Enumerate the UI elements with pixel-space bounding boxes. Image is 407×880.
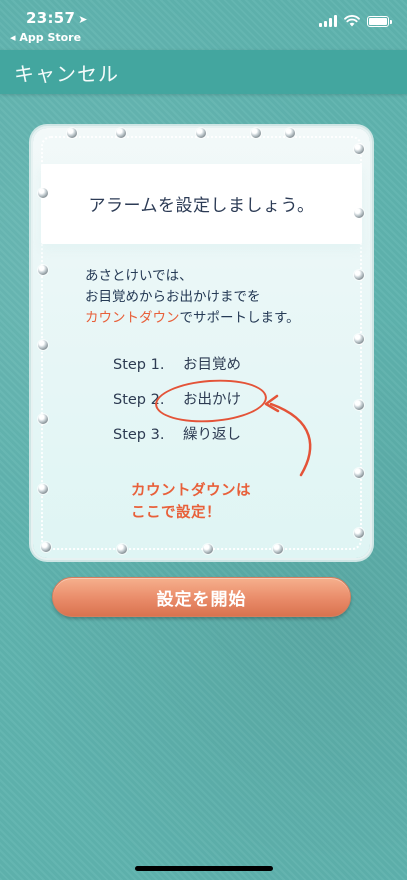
gem-decoration (354, 468, 364, 478)
gem-decoration (67, 128, 77, 138)
gem-decoration (38, 340, 48, 350)
annotation-line-2: ここで設定！ (131, 505, 221, 521)
battery-icon (367, 15, 392, 27)
gem-decoration (116, 128, 126, 138)
gem-decoration (354, 334, 364, 344)
gem-decoration (354, 144, 364, 154)
status-time-text: 23:57 (26, 9, 76, 27)
gem-decoration (38, 265, 48, 275)
gem-decoration (41, 542, 51, 552)
gem-decoration (273, 544, 283, 554)
gem-decoration (38, 484, 48, 494)
status-icons (319, 15, 392, 27)
gem-decoration (203, 544, 213, 554)
gem-decoration (38, 414, 48, 424)
gem-decoration (285, 128, 295, 138)
signal-icon (319, 15, 337, 27)
annotation-line-1: カウントダウンは (131, 483, 251, 499)
cancel-button[interactable]: キャンセル (14, 58, 119, 87)
gem-decoration (354, 528, 364, 538)
gem-decoration (117, 544, 127, 554)
location-arrow-icon: ➤ (78, 13, 88, 26)
gem-decoration (354, 270, 364, 280)
gem-decoration (196, 128, 206, 138)
back-to-app-store[interactable]: ◂ App Store (10, 31, 81, 44)
wifi-icon (344, 15, 360, 27)
navigation-bar: キャンセル (0, 50, 407, 94)
status-bar: 23:57 ➤ ◂ App Store (0, 0, 407, 50)
gem-decoration (354, 208, 364, 218)
countdown-annotation: カウントダウンは ここで設定！ (131, 480, 251, 524)
home-indicator (135, 866, 273, 871)
gem-decoration (38, 188, 48, 198)
start-setup-button[interactable]: 設定を開始 (52, 577, 351, 617)
status-time: 23:57 ➤ (26, 9, 88, 27)
gem-decoration (354, 400, 364, 410)
gem-decoration (251, 128, 261, 138)
intro-card: アラームを設定しましょう。 あさとけいでは、 お目覚めからお出かけまでを カウン… (33, 128, 370, 558)
